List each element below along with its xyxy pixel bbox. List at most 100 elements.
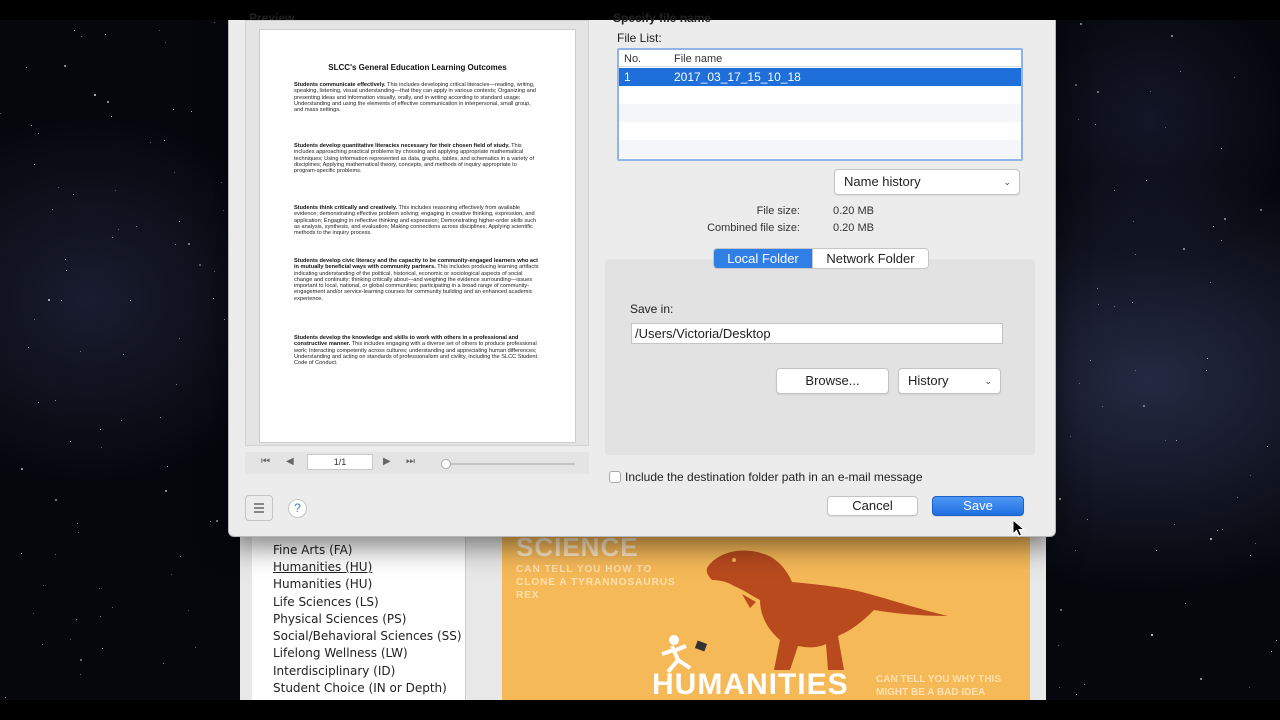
star bbox=[1096, 91, 1099, 94]
star bbox=[65, 258, 67, 260]
star bbox=[176, 383, 178, 385]
list-item[interactable]: Social/Behavioral Sciences (SS) bbox=[273, 629, 462, 643]
running-man-icon bbox=[661, 635, 708, 674]
star bbox=[1083, 683, 1085, 685]
menu-icon bbox=[254, 503, 264, 505]
file-list[interactable]: No. File name 1 2017_03_17_15_10_18 bbox=[617, 48, 1023, 161]
star bbox=[25, 66, 27, 68]
file-size-value: 0.20 MB bbox=[833, 205, 874, 217]
file-list-header: No. File name bbox=[619, 50, 1021, 67]
preview-pager: ⏮ ◀ 1/1 ▶ ⏭ bbox=[245, 452, 589, 474]
star bbox=[1270, 650, 1272, 652]
combined-file-size-label: Combined file size: bbox=[707, 222, 800, 234]
list-item[interactable]: Humanities (HU) bbox=[273, 577, 372, 591]
menu-icon-line bbox=[254, 507, 264, 509]
zoom-slider-track[interactable] bbox=[445, 463, 575, 465]
history-select[interactable]: History ⌄ bbox=[898, 368, 1001, 394]
star bbox=[191, 110, 192, 112]
tab-local-folder[interactable]: Local Folder bbox=[714, 249, 812, 268]
row-number: 1 bbox=[624, 70, 631, 84]
star bbox=[33, 318, 35, 320]
include-path-email-checkbox[interactable] bbox=[609, 471, 621, 483]
star bbox=[1249, 554, 1251, 556]
name-history-select-value: Name history bbox=[844, 174, 921, 189]
star bbox=[1254, 542, 1256, 544]
star bbox=[1248, 686, 1250, 688]
last-page-icon[interactable]: ⏭ bbox=[406, 456, 415, 468]
column-header-file-name[interactable]: File name bbox=[674, 53, 722, 65]
tab-network-folder[interactable]: Network Folder bbox=[812, 249, 928, 268]
options-menu-button[interactable] bbox=[245, 495, 273, 521]
help-button[interactable]: ? bbox=[288, 499, 307, 518]
name-history-select[interactable]: Name history ⌄ bbox=[834, 169, 1020, 195]
star bbox=[199, 263, 202, 266]
document-preview-page: SLCC's General Education Learning Outcom… bbox=[259, 29, 576, 443]
preview-panel: SLCC's General Education Learning Outcom… bbox=[245, 20, 589, 446]
science-humanities-poster: SCIENCE CAN TELL YOU HOW TO CLONE A TYRA… bbox=[502, 530, 1030, 700]
star bbox=[121, 419, 123, 421]
star bbox=[43, 584, 45, 586]
folder-tabs: Local Folder Network Folder bbox=[713, 248, 929, 269]
document-paragraph: Students develop civic literacy and the … bbox=[294, 258, 539, 302]
star bbox=[77, 531, 79, 533]
mouse-cursor-icon bbox=[1012, 519, 1026, 537]
column-header-no[interactable]: No. bbox=[624, 53, 641, 65]
star bbox=[32, 612, 34, 614]
star bbox=[1209, 281, 1211, 283]
list-item[interactable]: Interdisciplinary (ID) bbox=[273, 664, 395, 678]
save-location-panel: Save in: Browse... History ⌄ bbox=[605, 259, 1035, 455]
save-in-label: Save in: bbox=[630, 302, 674, 316]
star bbox=[1133, 220, 1135, 222]
chevron-down-icon: ⌄ bbox=[1003, 177, 1011, 187]
empty-row bbox=[619, 140, 1021, 158]
star bbox=[79, 674, 81, 676]
next-page-icon[interactable]: ▶ bbox=[383, 456, 391, 468]
list-item[interactable]: Fine Arts (FA) bbox=[273, 543, 352, 557]
menu-icon-line bbox=[254, 511, 264, 513]
star bbox=[1266, 445, 1268, 447]
include-path-email-label: Include the destination folder path in a… bbox=[625, 470, 923, 484]
star bbox=[37, 132, 39, 134]
star bbox=[1173, 523, 1175, 525]
save-dialog: Preview Specify file name SLCC's General… bbox=[228, 11, 1056, 537]
table-row[interactable]: 1 2017_03_17_15_10_18 bbox=[619, 68, 1021, 86]
star bbox=[1077, 118, 1079, 120]
star bbox=[173, 171, 175, 173]
star bbox=[93, 93, 96, 96]
history-select-value: History bbox=[908, 373, 949, 388]
specify-file-name-heading: Specify file name bbox=[613, 11, 712, 25]
star bbox=[1216, 529, 1218, 531]
list-item[interactable]: Humanities (HU) bbox=[273, 560, 372, 574]
star bbox=[33, 164, 35, 166]
star bbox=[1079, 22, 1082, 25]
document-paragraph: Students think critically and creatively… bbox=[294, 205, 537, 237]
list-item[interactable]: Lifelong Wellness (LW) bbox=[273, 646, 408, 660]
poster-humanities-text: HUMANITIES bbox=[652, 668, 849, 700]
course-category-list: Fine Arts (FA) Humanities (HU) Humanitie… bbox=[252, 530, 466, 700]
document-paragraph: Students develop quantitative literacies… bbox=[294, 143, 535, 175]
combined-file-size-value: 0.20 MB bbox=[833, 222, 874, 234]
star bbox=[1176, 439, 1178, 441]
list-item[interactable]: Physical Sciences (PS) bbox=[273, 612, 406, 626]
list-item[interactable]: Life Sciences (LS) bbox=[273, 595, 379, 609]
browse-button[interactable]: Browse... bbox=[776, 368, 889, 394]
star bbox=[174, 244, 176, 245]
star bbox=[170, 573, 172, 575]
document-paragraph: Students communicate effectively. This i… bbox=[294, 82, 536, 114]
list-item[interactable]: Student Choice (IN or Depth) bbox=[273, 681, 447, 695]
first-page-icon[interactable]: ⏮ bbox=[261, 456, 270, 468]
prev-page-icon[interactable]: ◀ bbox=[286, 456, 294, 468]
star bbox=[164, 41, 166, 43]
star bbox=[163, 139, 165, 141]
star bbox=[1059, 609, 1062, 612]
empty-row bbox=[619, 104, 1021, 122]
star bbox=[1233, 76, 1235, 78]
cancel-button[interactable]: Cancel bbox=[827, 496, 918, 516]
star bbox=[1200, 677, 1203, 680]
save-path-input[interactable] bbox=[631, 323, 1003, 344]
poster-humanities-subtext: CAN TELL YOU WHY THIS MIGHT BE A BAD IDE… bbox=[876, 674, 1002, 698]
save-button[interactable]: Save bbox=[932, 496, 1024, 516]
document-title: SLCC's General Education Learning Outcom… bbox=[328, 63, 507, 72]
page-number-field[interactable]: 1/1 bbox=[307, 454, 373, 470]
zoom-slider-knob[interactable] bbox=[441, 459, 451, 469]
